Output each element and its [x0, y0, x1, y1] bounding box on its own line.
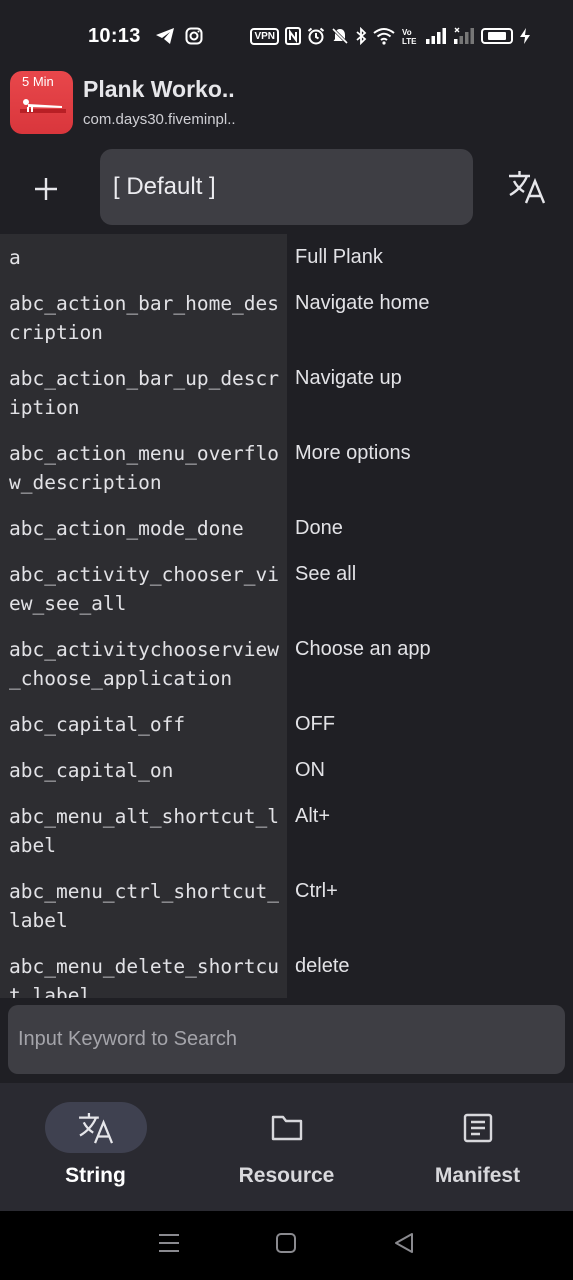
string-row[interactable]: abc_action_bar_up_description Navigate up: [0, 355, 573, 430]
string-value: Done: [295, 517, 343, 539]
string-row[interactable]: abc_action_mode_done Done: [0, 505, 573, 551]
search-input[interactable]: [8, 1005, 565, 1074]
string-row[interactable]: abc_action_menu_overflow_description More…: [0, 430, 573, 505]
wifi-icon: [373, 27, 395, 45]
string-value: See all: [295, 563, 357, 585]
system-navigation-bar: [0, 1211, 573, 1280]
string-value: delete: [295, 955, 350, 977]
nav-active-indicator: [44, 1102, 147, 1153]
string-key: abc_capital_off: [0, 701, 287, 747]
nav-tab-string[interactable]: String: [0, 1083, 191, 1211]
string-key: a: [0, 234, 287, 280]
nav-tab-manifest[interactable]: Manifest: [382, 1083, 573, 1211]
string-value: Alt+: [295, 805, 331, 827]
menu-icon[interactable]: [158, 1233, 180, 1258]
string-key: abc_action_bar_home_description: [0, 280, 287, 355]
toolbar: [ Default ]: [0, 149, 573, 225]
bluetooth-icon: [355, 27, 367, 45]
string-value: Navigate up: [295, 367, 402, 389]
svg-text:Vo: Vo: [402, 28, 412, 37]
charging-icon: [519, 27, 531, 45]
string-value: Ctrl+: [295, 880, 338, 902]
string-row[interactable]: abc_action_bar_home_description Navigate …: [0, 280, 573, 355]
string-row[interactable]: a Full Plank: [0, 234, 573, 280]
nav-label-string: String: [65, 1164, 126, 1187]
string-row[interactable]: abc_activity_chooser_view_see_all See all: [0, 551, 573, 626]
string-key: abc_menu_alt_shortcut_label: [0, 793, 287, 868]
app-icon-badge: 5 Min: [22, 73, 54, 89]
language-selector[interactable]: [ Default ]: [100, 149, 473, 225]
string-row[interactable]: abc_menu_delete_shortcut_label delete: [0, 943, 573, 998]
alarm-icon: [307, 27, 325, 45]
string-key: abc_capital_on: [0, 747, 287, 793]
telegram-icon: [155, 27, 175, 45]
app-icon: 5 Min: [10, 70, 73, 134]
string-key: abc_activitychooserview_choose_applicati…: [0, 626, 287, 701]
nav-tab-resource[interactable]: Resource: [191, 1083, 382, 1211]
status-bar: 10:13 VPN Vo LTE: [0, 0, 573, 72]
string-row[interactable]: abc_menu_ctrl_shortcut_label Ctrl+: [0, 868, 573, 943]
string-value: ON: [295, 759, 325, 781]
svg-text:LTE: LTE: [402, 37, 417, 45]
nav-label-manifest: Manifest: [434, 1164, 521, 1187]
plus-icon: [35, 178, 57, 200]
string-value: Navigate home: [295, 292, 430, 314]
vpn-icon: VPN: [250, 27, 279, 45]
folder-icon: [271, 1115, 302, 1140]
translate-button[interactable]: [503, 163, 551, 211]
signal-2-icon: [453, 27, 475, 45]
back-icon[interactable]: [393, 1232, 415, 1259]
string-row[interactable]: abc_menu_alt_shortcut_label Alt+: [0, 793, 573, 868]
string-table: a Full Plank abc_action_bar_home_descripti…: [0, 234, 573, 998]
app-package-name: com.days30.fiveminpl..: [83, 111, 236, 128]
translate-icon: [78, 1112, 113, 1143]
app-header: 5 Min Plank Worko.. com.days30.fiveminpl…: [0, 66, 573, 138]
app-title: Plank Worko..: [83, 76, 235, 102]
string-value: Full Plank: [295, 246, 383, 268]
add-button[interactable]: [22, 165, 70, 213]
string-row[interactable]: abc_capital_on ON: [0, 747, 573, 793]
string-value: More options: [295, 442, 411, 464]
volte-icon: Vo LTE: [401, 27, 419, 45]
string-key: abc_action_mode_done: [0, 505, 287, 551]
string-row[interactable]: abc_activitychooserview_choose_applicati…: [0, 626, 573, 701]
bottom-navigation: String Resource Manifest: [0, 1083, 573, 1211]
signal-icon: [425, 27, 447, 45]
string-row[interactable]: abc_capital_off OFF: [0, 701, 573, 747]
string-key: abc_action_bar_up_description: [0, 355, 287, 430]
battery-level: [488, 32, 506, 40]
document-icon: [463, 1113, 492, 1142]
string-key: abc_menu_ctrl_shortcut_label: [0, 868, 287, 943]
battery-icon: [481, 28, 513, 44]
plank-figure-icon: [20, 98, 66, 113]
mute-icon: [331, 27, 349, 45]
translate-icon: [509, 171, 546, 204]
nfc-icon: [285, 27, 301, 45]
string-key: abc_menu_delete_shortcut_label: [0, 943, 287, 998]
string-value: OFF: [295, 713, 335, 735]
instagram-icon: [185, 27, 203, 45]
home-icon[interactable]: [275, 1232, 297, 1259]
nav-label-resource: Resource: [238, 1164, 335, 1187]
status-time: 10:13: [88, 24, 141, 47]
string-key: abc_action_menu_overflow_description: [0, 430, 287, 505]
string-value: Choose an app: [295, 638, 431, 660]
string-key: abc_activity_chooser_view_see_all: [0, 551, 287, 626]
